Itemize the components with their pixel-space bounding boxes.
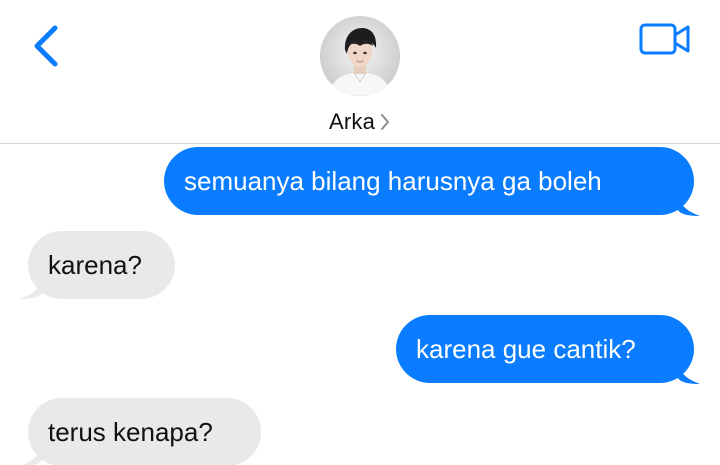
message-text: karena gue cantik? bbox=[416, 333, 636, 364]
message-text: semuanya bilang harusnya ga boleh bbox=[184, 165, 602, 196]
message-bubble-incoming[interactable]: terus kenapa? bbox=[28, 398, 261, 465]
message-bubble-outgoing[interactable]: karena gue cantik? bbox=[396, 315, 694, 383]
conversation-header: Arka bbox=[0, 0, 720, 144]
message-bubble-outgoing[interactable]: semuanya bilang harusnya ga boleh bbox=[164, 147, 694, 215]
message-text: karena? bbox=[48, 249, 142, 280]
contact-name: Arka bbox=[328, 109, 376, 134]
messages-screen: Arka semuanya bilang harusnya ga boleh k… bbox=[0, 0, 720, 465]
contact-avatar[interactable] bbox=[320, 16, 400, 96]
back-button[interactable] bbox=[28, 22, 68, 72]
message-bubble-incoming[interactable]: karena? bbox=[28, 231, 175, 299]
contact-name-button[interactable]: Arka bbox=[300, 104, 420, 140]
chevron-left-icon bbox=[34, 25, 58, 67]
avatar-photo bbox=[320, 16, 400, 96]
chevron-right-icon bbox=[381, 114, 390, 130]
video-call-button[interactable] bbox=[638, 20, 692, 58]
message-text: terus kenapa? bbox=[48, 416, 213, 447]
video-camera-icon bbox=[639, 23, 690, 55]
